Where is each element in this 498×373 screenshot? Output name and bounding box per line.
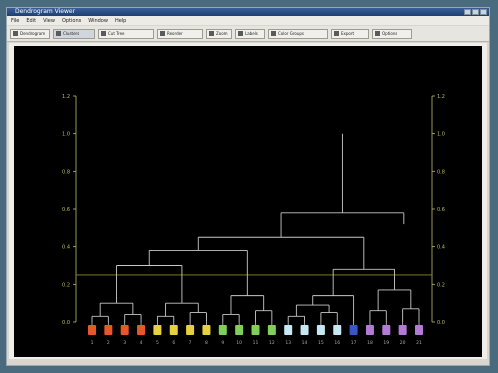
right-axis-tick-label: 0.4: [437, 245, 445, 251]
menu-bar: File Edit View Options Window Help: [7, 16, 489, 25]
cut-tree-icon: [101, 31, 106, 36]
leaf-label: 4: [140, 340, 143, 346]
right-axis-tick-label: 1.2: [437, 94, 445, 100]
menu-options[interactable]: Options: [62, 18, 81, 24]
leaf-marker: [316, 325, 325, 335]
window-controls: [464, 9, 487, 15]
toolbar-button-cut-tree[interactable]: Cut Tree: [98, 28, 154, 39]
dendrogram-icon: [13, 31, 18, 36]
menu-window[interactable]: Window: [88, 18, 108, 24]
leaf-label: 14: [302, 340, 308, 346]
leaf-marker: [120, 325, 129, 335]
leaf-label: 17: [351, 340, 357, 346]
leaf-marker: [251, 325, 260, 335]
menu-help[interactable]: Help: [115, 18, 126, 24]
leaf-marker: [333, 325, 342, 335]
leaf-label: 15: [318, 340, 324, 346]
leaf-label: 11: [253, 340, 259, 346]
leaf-label: 16: [334, 340, 340, 346]
right-axis-tick-label: 0.6: [437, 207, 445, 213]
zoom-icon: [209, 31, 214, 36]
leaf-marker: [202, 325, 211, 335]
left-axis-tick-label: 0.0: [62, 320, 70, 326]
dendrogram-plot: 0.0 0.2 0.4 0.6 0.8 1.0 1.2 0.0 0.2 0.4 0.6 0.8 1.0 1…: [62, 94, 445, 346]
leaf-marker: [218, 325, 227, 335]
left-axis-tick-label: 0.4: [62, 245, 70, 251]
right-axis-tick-label: 1.0: [437, 132, 445, 138]
minimize-button[interactable]: [464, 9, 471, 15]
leaf-marker: [104, 325, 113, 335]
toolbar-button-color-groups[interactable]: Color Groups: [268, 28, 328, 39]
close-button[interactable]: [480, 9, 487, 15]
maximize-button[interactable]: [472, 9, 479, 15]
toolbar-button-labels[interactable]: Labels: [235, 28, 265, 39]
leaf-label: 21: [416, 340, 422, 346]
leaf-marker: [137, 325, 146, 335]
leaf-label: 13: [285, 340, 291, 346]
toolbar-button-reorder[interactable]: Reorder: [157, 28, 203, 39]
right-axis-tick-label: 0.0: [437, 320, 445, 326]
right-axis-tick-label: 0.2: [437, 282, 445, 288]
leaf-marker: [349, 325, 358, 335]
app-window: Dendrogram Viewer File Edit View Options…: [6, 7, 490, 366]
leaf-label: 12: [269, 340, 275, 346]
menu-file[interactable]: File: [11, 18, 19, 24]
color-groups-icon: [271, 31, 276, 36]
leaf-label: 7: [189, 340, 192, 346]
toolbar-button-options[interactable]: Options: [372, 28, 412, 39]
leaf-label: 10: [236, 340, 242, 346]
leaf-marker: [284, 325, 293, 335]
leaf-marker: [382, 325, 391, 335]
title-bar: Dendrogram Viewer: [7, 8, 489, 16]
leaf-label: 6: [172, 340, 175, 346]
leaf-marker: [300, 325, 309, 335]
left-axis-tick-label: 1.2: [62, 94, 70, 100]
leaf-label: 2: [107, 340, 110, 346]
toolbar-button-export[interactable]: Export: [331, 28, 369, 39]
leaf-label: 3: [123, 340, 126, 346]
left-axis-tick-label: 0.8: [62, 169, 70, 175]
toolbar-button-clusters[interactable]: Clusters: [53, 28, 95, 39]
left-axis-tick-label: 0.2: [62, 282, 70, 288]
leaf-marker: [398, 325, 407, 335]
window-title: Dendrogram Viewer: [15, 8, 76, 15]
leaf-marker: [235, 325, 244, 335]
toolbar-button-dendrogram[interactable]: Dendrogram: [10, 28, 50, 39]
canvas-frame: 0.0 0.2 0.4 0.6 0.8 1.0 1.2 0.0 0.2 0.4 0.6 0.8 1.0 1…: [9, 43, 487, 359]
menu-view[interactable]: View: [43, 18, 55, 24]
toolbar-button-zoom[interactable]: Zoom: [206, 28, 232, 39]
leaf-label: 20: [400, 340, 406, 346]
leaf-label: 1: [91, 340, 94, 346]
clusters-icon: [56, 31, 61, 36]
leaf-label: 8: [205, 340, 208, 346]
reorder-icon: [160, 31, 165, 36]
leaf-label: 19: [383, 340, 389, 346]
leaf-marker: [169, 325, 178, 335]
leaf-label: 5: [156, 340, 159, 346]
leaf-marker: [267, 325, 276, 335]
leaf-label: 9: [221, 340, 224, 346]
leaf-marker: [365, 325, 374, 335]
labels-icon: [238, 31, 243, 36]
options-icon: [375, 31, 380, 36]
leaf-label: 18: [367, 340, 373, 346]
dendrogram-canvas[interactable]: 0.0 0.2 0.4 0.6 0.8 1.0 1.2 0.0 0.2 0.4 0.6 0.8 1.0 1…: [14, 46, 482, 357]
leaf-marker: [153, 325, 162, 335]
menu-edit[interactable]: Edit: [26, 18, 36, 24]
leaf-marker: [186, 325, 195, 335]
toolbar: Dendrogram Clusters Cut Tree Reorder Zoo…: [7, 26, 489, 42]
left-axis-tick-label: 0.6: [62, 207, 70, 213]
leaf-marker: [415, 325, 423, 335]
leaf-marker: [88, 325, 96, 335]
export-icon: [334, 31, 339, 36]
right-axis-tick-label: 0.8: [437, 169, 445, 175]
left-axis-tick-label: 1.0: [62, 132, 70, 138]
